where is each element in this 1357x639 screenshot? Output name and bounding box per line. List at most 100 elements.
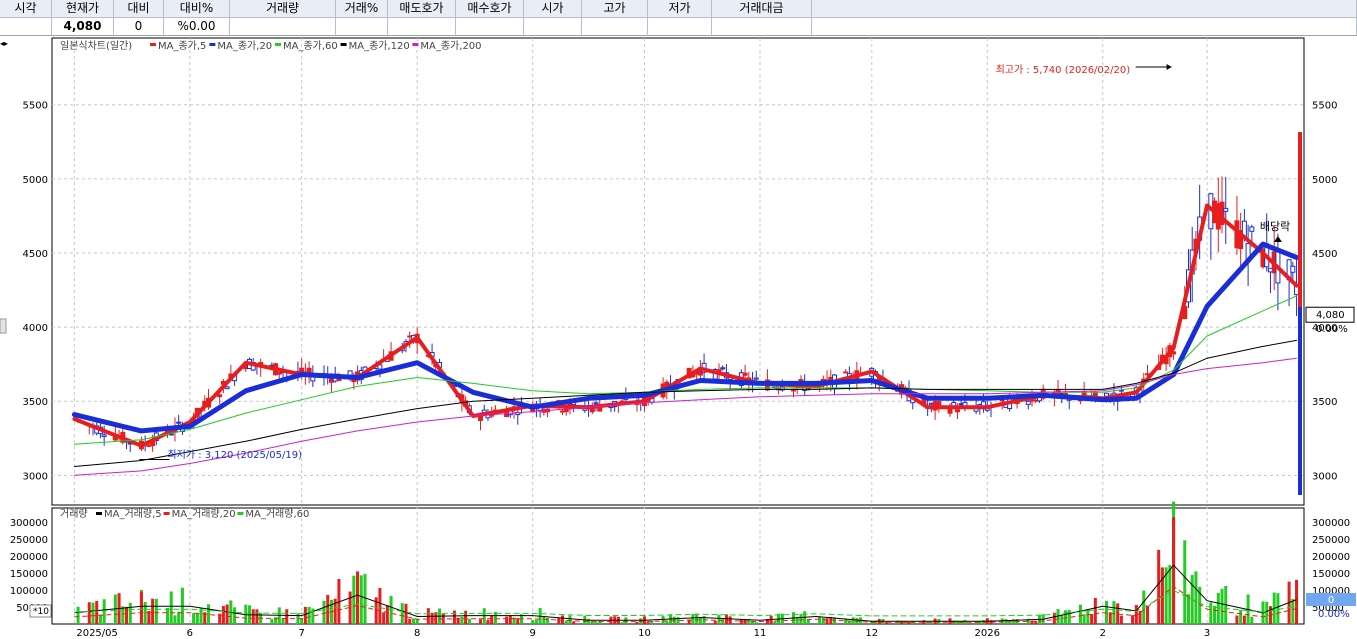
right-scale-up-bar	[1298, 132, 1302, 307]
volume-bar	[411, 618, 415, 624]
y-tick-label-left: 4500	[23, 249, 48, 260]
y-tick-label-left: 5500	[23, 101, 48, 112]
x-tick-label: 12	[865, 628, 878, 639]
candle-body	[101, 434, 107, 437]
high-price-annotation: 최고가 : 5,740 (2026/02/20)	[996, 64, 1131, 76]
volume-bar	[635, 621, 639, 624]
legend-label-4: MA_종가,200	[420, 40, 481, 52]
volume-bar	[818, 616, 822, 624]
right-scale-down-bar	[1298, 307, 1302, 495]
volume-bar	[1242, 615, 1246, 624]
volume-bar	[516, 618, 520, 624]
vol-tick-label-right: 300000	[1312, 518, 1350, 529]
volume-bar	[531, 620, 535, 624]
volume-bar	[963, 620, 967, 624]
vol-tick-label-left: 150000	[10, 569, 48, 580]
volume-bar	[1235, 615, 1239, 624]
volume-bar	[169, 591, 173, 624]
volume-bar	[1250, 616, 1254, 624]
candle-body	[1025, 400, 1031, 405]
volume-bar	[1209, 602, 1213, 624]
volume-bar	[695, 613, 699, 624]
vol-legend-label-0: MA_거래량,5	[104, 508, 162, 520]
x-tick-label: 9	[529, 628, 535, 639]
volume-bar-spike	[1295, 579, 1299, 624]
volume-bar	[1138, 610, 1142, 624]
vol-tick-label-left: 300000	[10, 518, 48, 529]
volume-bar	[1067, 609, 1071, 624]
vol-tick-label-left: 100000	[10, 586, 48, 597]
legend-label-0: MA_종가,5	[158, 40, 206, 52]
legend-label-1: MA_종가,20	[217, 40, 272, 52]
volume-bar	[378, 587, 382, 624]
volume-bar	[542, 616, 546, 624]
volume-bar	[199, 608, 203, 624]
vol-legend-swatch-1	[163, 512, 170, 515]
vol-legend-swatch-2	[237, 512, 244, 515]
volume-bar	[300, 618, 304, 624]
price-pane	[51, 37, 1305, 506]
volume-bar	[1194, 571, 1198, 624]
candle-body	[720, 367, 726, 370]
y-tick-label-right: 3000	[1312, 471, 1337, 482]
candle-body	[798, 379, 804, 382]
volume-bar	[192, 613, 196, 624]
candle-body	[742, 372, 748, 376]
volume-bar	[721, 619, 725, 624]
volume-bar	[557, 618, 561, 624]
volume-bar	[91, 602, 95, 624]
volume-bar	[177, 611, 181, 624]
vol-tick-label-right: 150000	[1312, 569, 1350, 580]
volume-bar	[907, 622, 911, 624]
volume-bar	[225, 604, 229, 624]
legend-swatch-2	[275, 43, 281, 46]
volume-bar	[464, 610, 468, 624]
legend-label-3: MA_종가,120	[349, 40, 410, 52]
volume-bar	[754, 622, 758, 624]
y-tick-label-right: 3500	[1312, 397, 1337, 408]
volume-bar	[363, 573, 367, 624]
volume-bar	[207, 604, 210, 624]
x-tick-label: 2	[1100, 628, 1106, 639]
volume-bar	[1183, 540, 1187, 624]
volume-bar	[1213, 605, 1217, 624]
y-tick-label-left: 3000	[23, 471, 48, 482]
volume-bar	[270, 618, 274, 624]
candle-body	[843, 371, 849, 374]
volume-bar	[151, 598, 155, 624]
volume-bar	[505, 616, 509, 624]
volume-bar	[661, 615, 665, 624]
volume-bar	[307, 606, 311, 624]
volume-bar	[415, 619, 419, 624]
volume-bar-spike	[1172, 517, 1176, 624]
candle-body	[947, 408, 953, 414]
x-tick-label: 2025/05	[76, 628, 118, 639]
legend-swatch-0	[150, 43, 156, 46]
volume-bar	[665, 621, 669, 624]
x-tick-label: 8	[414, 628, 420, 639]
vol-legend-label-2: MA_거래량,60	[245, 508, 309, 520]
legend-label-2: MA_종가,60	[283, 40, 338, 52]
volume-bar	[102, 599, 106, 624]
volume-bar	[717, 614, 721, 624]
volume-bar	[1131, 615, 1135, 624]
price-volume-chart[interactable]: ◂▸ 2025/05 6 7 8 9 10 11 12 2026 2 3 3000 3000 3500 350…	[0, 0, 1357, 639]
volume-bar	[590, 621, 594, 624]
volume-bar	[121, 606, 125, 624]
volume-bar	[285, 609, 289, 624]
volume-bar	[430, 612, 434, 624]
volume-bar	[1093, 597, 1097, 624]
volume-bar	[546, 617, 550, 624]
volume-bar	[825, 618, 829, 624]
volume-bar	[143, 601, 147, 624]
chart-title: 일본식차트(일간)	[60, 40, 132, 52]
volume-bar	[698, 617, 702, 624]
volume-title: 거래량	[60, 508, 88, 520]
volume-bar	[303, 606, 307, 624]
volume-bar	[1157, 549, 1161, 624]
volume-bar	[1186, 594, 1190, 624]
volume-bar	[1112, 601, 1116, 624]
x-tick-label: 10	[638, 628, 651, 639]
vol-tick-label-left: 250000	[10, 535, 48, 546]
volume-bar	[490, 615, 494, 624]
